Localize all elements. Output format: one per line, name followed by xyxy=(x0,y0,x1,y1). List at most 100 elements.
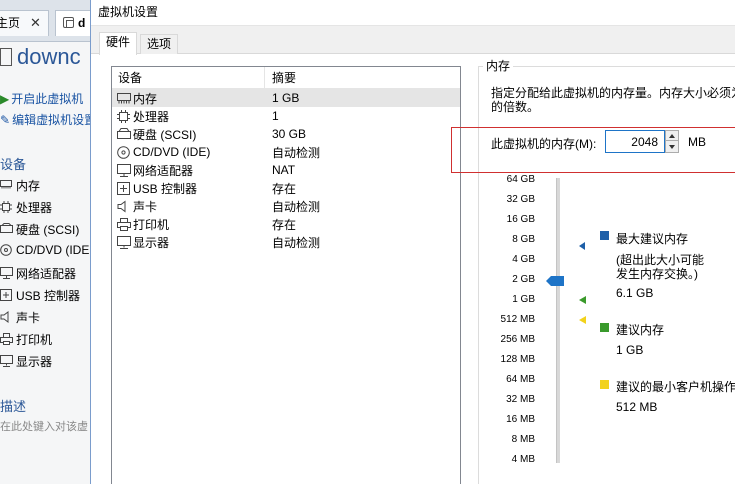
device-name: 硬盘 (SCSI) xyxy=(133,127,197,142)
dialog-tabbar: 硬件 选项 xyxy=(91,32,735,55)
device-list[interactable]: 设备 摘要 内存 1 GB 处理器 1 硬盘 (SCSI) 30 GB CD/D… xyxy=(111,66,461,484)
vm-tab-icon xyxy=(63,17,74,28)
bg-device-processor[interactable]: 处理器 xyxy=(0,199,52,216)
scale-label: 128 MB xyxy=(500,354,535,365)
sound-card-icon xyxy=(117,200,131,213)
scale-label: 32 GB xyxy=(506,194,535,205)
max-recommended-title: 最大建议内存 xyxy=(616,232,689,246)
memory-slider-track[interactable] xyxy=(556,178,560,463)
bg-device-hard-disk[interactable]: 硬盘 (SCSI) xyxy=(0,221,79,238)
device-row-cd-dvd[interactable]: CD/DVD (IDE) 自动检测 xyxy=(112,143,460,161)
device-summary: 存在 xyxy=(272,181,297,196)
edit-settings-link[interactable]: ✎ 编辑虚拟机设置 xyxy=(0,111,96,128)
bg-device-sound[interactable]: 声卡 xyxy=(0,309,40,326)
memory-slider-thumb[interactable] xyxy=(546,276,564,286)
scale-label: 16 MB xyxy=(506,414,535,425)
tab-strip: 主页 ✕ d xyxy=(0,0,105,42)
memory-spinner[interactable] xyxy=(665,130,679,153)
printer-icon xyxy=(117,217,131,231)
vm-title-text: downc xyxy=(17,44,81,69)
close-icon[interactable]: ✕ xyxy=(30,11,41,35)
scale-label: 16 GB xyxy=(506,214,535,225)
edit-icon: ✎ xyxy=(0,113,11,127)
bg-device-label: 打印机 xyxy=(16,333,53,347)
device-row-sound[interactable]: 声卡 自动检测 xyxy=(112,197,460,215)
memory-description: 指定分配给此虚拟机的内存量。内存大小必须为 的倍数。 xyxy=(491,86,735,114)
description-input[interactable]: 在此处键入对该虚 xyxy=(0,418,88,434)
cd-dvd-icon xyxy=(117,145,131,159)
printer-icon xyxy=(0,333,14,346)
scale-label: 256 MB xyxy=(500,334,535,345)
bg-device-label: 网络适配器 xyxy=(16,267,77,281)
bg-device-printer[interactable]: 打印机 xyxy=(0,331,52,348)
tab-hardware[interactable]: 硬件 xyxy=(99,32,138,55)
tab-options[interactable]: 选项 xyxy=(140,34,179,54)
memory-icon xyxy=(0,179,14,192)
device-name: 显示器 xyxy=(133,235,170,250)
vm-title: downc xyxy=(0,44,81,70)
bg-device-label: 硬盘 (SCSI) xyxy=(16,223,80,237)
device-row-memory[interactable]: 内存 1 GB xyxy=(112,89,460,107)
device-summary: 1 xyxy=(272,109,279,123)
device-name: USB 控制器 xyxy=(133,181,198,196)
vm-settings-dialog: 虚拟机设置 硬件 选项 设备 摘要 内存 1 GB 处理器 1 硬盘 (SCSI… xyxy=(90,0,735,484)
display-icon xyxy=(0,355,14,368)
device-row-network[interactable]: 网络适配器 NAT xyxy=(112,161,460,179)
hard-disk-icon xyxy=(0,223,14,236)
device-list-header: 设备 摘要 xyxy=(112,67,460,89)
device-summary: 1 GB xyxy=(272,91,300,105)
bg-device-usb[interactable]: USB 控制器 xyxy=(0,287,80,304)
device-row-display[interactable]: 显示器 自动检测 xyxy=(112,233,460,251)
scale-label: 64 MB xyxy=(506,374,535,385)
scale-label: 8 MB xyxy=(511,434,535,445)
device-name: 打印机 xyxy=(133,217,170,232)
column-summary[interactable]: 摘要 xyxy=(265,67,296,88)
memory-unit: MB xyxy=(688,135,706,149)
column-device[interactable]: 设备 xyxy=(112,67,265,88)
bg-device-display[interactable]: 显示器 xyxy=(0,353,52,370)
bg-device-cd-dvd[interactable]: CD/DVD (IDE xyxy=(0,243,89,257)
cd-dvd-icon xyxy=(0,243,14,257)
device-row-processor[interactable]: 处理器 1 xyxy=(112,107,460,125)
device-name: 网络适配器 xyxy=(133,163,194,178)
scale-label: 4 GB xyxy=(512,254,535,265)
spin-down-icon[interactable] xyxy=(666,142,678,152)
bg-device-label: 声卡 xyxy=(16,311,41,325)
power-on-link[interactable]: ▶ 开启此虚拟机 xyxy=(0,90,83,107)
devices-heading: 设备 xyxy=(0,157,27,172)
bg-device-memory[interactable]: 内存 xyxy=(0,177,40,194)
memory-group-title: 内存 xyxy=(483,57,514,74)
bg-device-label: CD/DVD (IDE xyxy=(16,243,90,257)
hardware-tab-content: 设备 摘要 内存 1 GB 处理器 1 硬盘 (SCSI) 30 GB CD/D… xyxy=(91,54,735,484)
recommended-marker-icon xyxy=(579,296,586,304)
device-row-printer[interactable]: 打印机 存在 xyxy=(112,215,460,233)
device-summary: 存在 xyxy=(272,217,297,232)
device-summary: 30 GB xyxy=(272,127,307,141)
recommended-swatch xyxy=(600,323,609,332)
display-icon xyxy=(117,235,131,249)
vm-icon xyxy=(0,48,12,66)
tab-home[interactable]: 主页 ✕ xyxy=(0,10,49,36)
recommended-value: 1 GB xyxy=(616,343,644,357)
tab-vm-label: d xyxy=(78,16,86,30)
memory-size-input[interactable] xyxy=(605,130,665,153)
scale-label: 32 MB xyxy=(506,394,535,405)
device-name: 内存 xyxy=(133,91,158,106)
processor-icon xyxy=(0,201,14,214)
spin-up-icon[interactable] xyxy=(666,131,678,141)
edit-settings-label: 编辑虚拟机设置 xyxy=(12,113,97,127)
bg-device-network[interactable]: 网络适配器 xyxy=(0,265,76,282)
device-row-hard-disk[interactable]: 硬盘 (SCSI) 30 GB xyxy=(112,125,460,143)
scale-label: 4 MB xyxy=(511,454,535,465)
scale-label: 64 GB xyxy=(506,174,535,185)
dialog-titlebar[interactable]: 虚拟机设置 xyxy=(91,0,735,26)
device-name: 声卡 xyxy=(133,199,158,214)
hard-disk-icon xyxy=(117,127,131,141)
usb-icon xyxy=(0,289,14,302)
recommended-title: 建议内存 xyxy=(616,323,665,337)
tab-home-label: 主页 xyxy=(0,16,21,30)
max-recommended-marker-icon xyxy=(579,242,585,250)
network-adapter-icon xyxy=(117,163,131,177)
device-row-usb[interactable]: USB 控制器 存在 xyxy=(112,179,460,197)
scale-label: 8 GB xyxy=(512,234,535,245)
